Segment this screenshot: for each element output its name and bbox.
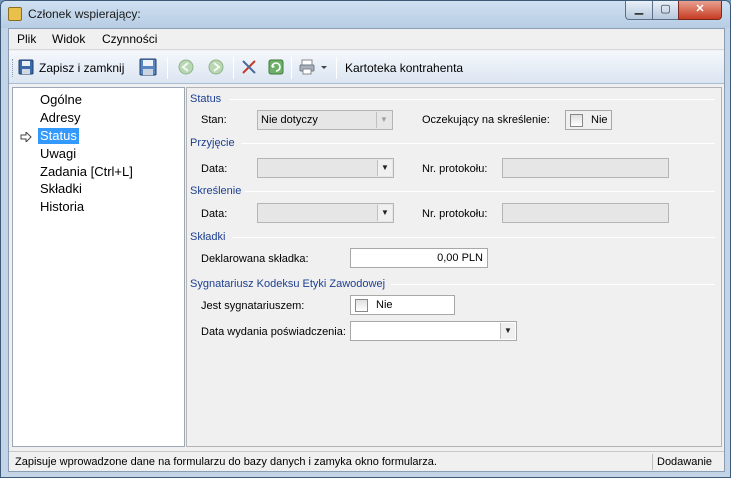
group-title-skreslenie: Skreślenie — [190, 185, 242, 197]
forward-arrow-icon[interactable] — [208, 59, 224, 75]
chevron-down-icon[interactable]: ▼ — [377, 160, 392, 176]
skreslenie-protocol-input[interactable] — [502, 203, 669, 223]
status-hint: Zapisuje wprowadzone dane na formularzu … — [15, 456, 437, 468]
title-bar[interactable]: Członek wspierający: ▁ ▢ ✕ — [1, 1, 730, 28]
client-area: Plik Widok Czynności Zapisz i zamknij Ka… — [8, 28, 725, 472]
app-icon — [8, 7, 22, 21]
maximize-button[interactable]: ▢ — [652, 1, 679, 20]
certificate-date-picker[interactable]: ▼ — [350, 321, 517, 341]
przyjecie-protocol-input[interactable] — [502, 158, 669, 178]
save-disk-icon — [18, 59, 34, 75]
window-title: Członek wspierający: — [28, 7, 141, 21]
status-mode: Dodawanie — [657, 456, 713, 468]
chevron-down-icon[interactable]: ▼ — [376, 112, 391, 128]
group-title-skladki: Składki — [190, 231, 226, 243]
toolbar-grip[interactable] — [12, 59, 15, 77]
stan-value: Nie dotyczy — [261, 114, 318, 126]
chevron-down-icon[interactable]: ▼ — [377, 205, 392, 221]
refresh-icon[interactable] — [268, 59, 284, 75]
signatory-checkbox[interactable] — [355, 299, 368, 312]
toolbar-separator — [233, 57, 234, 79]
signatory-value: Nie — [376, 299, 393, 311]
group-title-status: Status — [190, 93, 222, 105]
customer-card-button[interactable]: Kartoteka kontrahenta — [345, 61, 463, 75]
nav-item-status[interactable]: Status — [38, 128, 79, 144]
group-title-przyjecie: Przyjęcie — [190, 137, 235, 149]
app-window: Członek wspierający: ▁ ▢ ✕ Plik Widok Cz… — [0, 0, 731, 478]
nav-item-historia[interactable]: Historia — [38, 199, 86, 215]
group-divider — [229, 99, 715, 100]
selected-arrow-icon — [20, 132, 32, 142]
chevron-down-icon[interactable]: ▼ — [500, 323, 515, 339]
toolbar-separator — [291, 57, 292, 79]
pending-removal-field[interactable]: Nie — [565, 110, 612, 130]
przyjecie-protocol-label: Nr. protokołu: — [422, 163, 488, 175]
skreslenie-protocol-label: Nr. protokołu: — [422, 208, 488, 220]
menu-bar: Plik Widok Czynności — [9, 29, 724, 50]
pending-removal-checkbox[interactable] — [570, 114, 583, 127]
skreslenie-date-picker[interactable]: ▼ — [257, 203, 394, 223]
tools-icon[interactable] — [241, 59, 257, 75]
stan-label: Stan: — [201, 114, 227, 126]
toolbar-separator — [336, 57, 337, 79]
save-icon[interactable] — [138, 57, 158, 77]
przyjecie-date-label: Data: — [201, 163, 228, 175]
status-separator — [652, 454, 653, 470]
signatory-field[interactable]: Nie — [350, 295, 455, 315]
group-divider — [241, 143, 715, 144]
nav-item-adresy[interactable]: Adresy — [38, 110, 82, 126]
printer-icon[interactable] — [299, 59, 315, 75]
minimize-button[interactable]: ▁ — [625, 1, 653, 20]
nav-item-uwagi[interactable]: Uwagi — [38, 146, 78, 162]
chevron-down-icon[interactable] — [319, 59, 329, 75]
declared-fee-label: Deklarowana składka: — [201, 253, 309, 265]
toolbar-separator — [167, 57, 168, 79]
pending-removal-value: Nie — [591, 114, 608, 126]
declared-fee-value: 0,00 PLN — [437, 252, 483, 264]
save-and-close-button[interactable]: Zapisz i zamknij — [39, 61, 124, 75]
skreslenie-date-label: Data: — [201, 208, 228, 220]
pending-removal-label: Oczekujący na skreślenie: — [422, 114, 550, 126]
back-arrow-icon[interactable] — [178, 59, 194, 75]
status-form: Status Stan: Nie dotyczy ▼ Oczekujący na… — [186, 87, 722, 447]
menu-widok[interactable]: Widok — [52, 32, 85, 46]
menu-plik[interactable]: Plik — [17, 32, 36, 46]
nav-item-zadania[interactable]: Zadania [Ctrl+L] — [38, 164, 135, 180]
status-bar: Zapisuje wprowadzone dane na formularzu … — [9, 451, 724, 471]
group-divider — [391, 284, 715, 285]
group-title-sygnatariusz: Sygnatariusz Kodeksu Etyki Zawodowej — [190, 278, 386, 290]
przyjecie-date-picker[interactable]: ▼ — [257, 158, 394, 178]
group-divider — [245, 191, 715, 192]
close-button[interactable]: ✕ — [678, 1, 722, 20]
certificate-date-label: Data wydania poświadczenia: — [201, 326, 346, 338]
signatory-label: Jest sygnatariuszem: — [201, 300, 305, 312]
menu-czynnosci[interactable]: Czynności — [102, 32, 157, 46]
declared-fee-input[interactable]: 0,00 PLN — [350, 248, 488, 268]
nav-item-ogolne[interactable]: Ogólne — [38, 92, 84, 108]
group-divider — [232, 237, 715, 238]
stan-select[interactable]: Nie dotyczy ▼ — [257, 110, 393, 130]
toolbar: Zapisz i zamknij Kartoteka kontrahenta — [9, 51, 724, 84]
navigation-tree: Ogólne Adresy Status Uwagi Zadania [Ctrl… — [12, 87, 185, 447]
nav-item-skladki[interactable]: Składki — [38, 181, 84, 197]
